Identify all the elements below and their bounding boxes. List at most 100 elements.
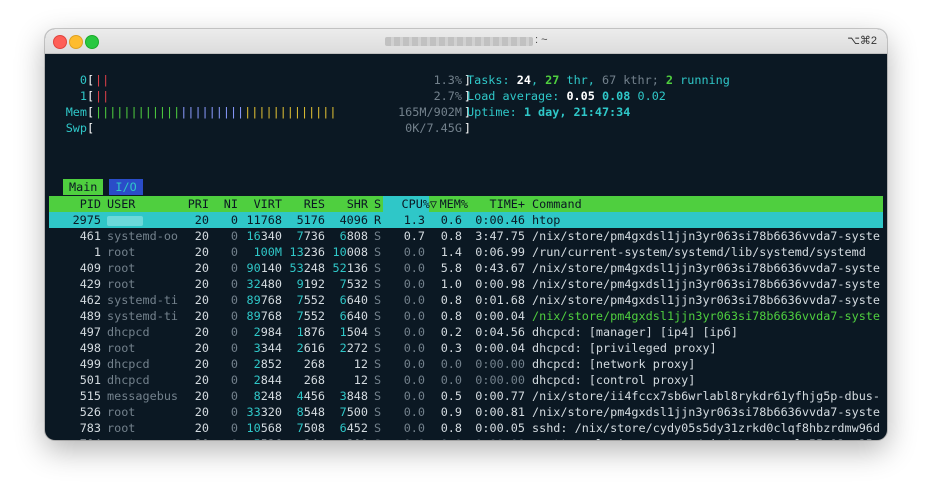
cell-cpu: 0.0 (403, 405, 425, 419)
process-row[interactable]: 783 root 20 0 10568 7508 6452 S 0.0 0.8 0:00.05 ssh… (49, 420, 883, 436)
meter-value: 1.3% (433, 73, 462, 87)
tab-io[interactable]: I/O (109, 179, 143, 195)
cell-mem: 0.0 (440, 373, 462, 387)
minimize-window-button[interactable] (69, 35, 83, 49)
process-row[interactable]: 497 dhcpcd 20 0 2984 1876 1504 S 0.0 0.2 0:04.56 dh… (49, 324, 883, 340)
cell-cmd: /nix/store/pm4gxdsl1jjn3yr063si78b6636vv… (532, 229, 881, 243)
process-row[interactable]: 515 messagebus 20 0 8248 4456 3848 S 0.0 0.5 0:00.… (49, 388, 883, 404)
cell-s: S (374, 293, 382, 307)
cell-shr: 6640 (339, 309, 368, 323)
cell-user: root (107, 341, 136, 355)
cell-cpu: 0.7 (403, 229, 425, 243)
cell-virt: 90140 (246, 261, 282, 275)
cell-ni: 0 (230, 245, 238, 259)
column-header-mem[interactable]: MEM% (440, 196, 468, 212)
meters-panel: 0[|| 1.3%] 1[|| 2.7%] Mem[||||||||||||||||||… (61, 72, 471, 136)
process-row[interactable]: 429 root 20 0 32480 9192 7532 S 0.0 1.0 0:00.98/ni… (49, 276, 883, 292)
cell-time: 0:00.98 (475, 277, 525, 291)
cell-s: S (374, 373, 382, 387)
title-bar[interactable]: : ~ ⌥⌘2 (45, 29, 887, 54)
column-header-user[interactable]: USER (107, 196, 135, 212)
cell-cmd: dhcpcd: [privileged proxy] (532, 341, 717, 355)
cell-mem: 0.3 (440, 341, 462, 355)
cell-res: 13236 (289, 245, 325, 259)
process-row[interactable]: 461 systemd-oo 20 0 16340 7736 6808 S 0.7 0.8 3:47… (49, 228, 883, 244)
cell-ni: 0 (230, 213, 238, 227)
column-header-cmd[interactable]: Command (532, 196, 582, 212)
cell-shr: 4096 (339, 213, 368, 227)
column-header-res[interactable]: RES (304, 196, 325, 212)
cell-shr: 6808 (339, 229, 368, 243)
meter-bar-segment: ||||||||| (180, 105, 245, 119)
cell-pid: 515 (79, 389, 101, 403)
cell-time: 0:00.00 (475, 373, 525, 387)
cell-virt: 5536 (254, 436, 282, 440)
cell-cpu: 0.0 (403, 373, 425, 387)
process-row[interactable]: 462 systemd-ti 20 0 89768 7552 6640 S 0.0 0.8 0:01… (49, 292, 883, 308)
cell-ni: 0 (230, 405, 238, 419)
cell-mem: 0.0 (440, 357, 462, 371)
cell-ni: 0 (230, 229, 238, 243)
cell-cpu: 0.0 (403, 389, 425, 403)
cell-res: 7508 (296, 421, 325, 435)
meter-bracket-open: [ (87, 105, 95, 119)
meter-bars: |||||||||||||||||||||||||||||||||| (95, 104, 337, 120)
meter-bracket-open: [ (87, 89, 95, 103)
cell-shr: 12 (353, 357, 368, 371)
tab-main[interactable]: Main (63, 179, 104, 195)
process-table-header[interactable]: PID USER PRI NI VIRT RES SHR S CPU%▽ MEM% TIME+ Com… (49, 196, 883, 212)
column-header-shr[interactable]: SHR (347, 196, 368, 212)
cell-pid: 2975 (72, 213, 101, 227)
cell-virt: 33320 (246, 405, 282, 419)
cell-user: dhcpcd (107, 357, 150, 371)
meter-mem: Mem[|||||||||||||||||||||||||||||||||| 16… (61, 104, 471, 120)
zoom-window-button[interactable] (85, 35, 99, 49)
cell-s: R (374, 213, 382, 227)
column-header-pid[interactable]: PID (80, 196, 101, 212)
cell-cmd: /nix/store/pm4gxdsl1jjn3yr063si78b6636vv… (532, 277, 881, 291)
cell-s: S (374, 245, 382, 259)
meter-value: 2.7% (433, 89, 462, 103)
cell-cpu: 0.0 (403, 421, 425, 435)
column-header-pri[interactable]: PRI (188, 196, 209, 212)
cell-mem: 0.9 (440, 405, 462, 419)
column-header-ni[interactable]: NI (224, 196, 238, 212)
cell-pid: 409 (79, 261, 101, 275)
cell-cpu: 0.0 (403, 245, 425, 259)
cell-virt: 2844 (253, 373, 282, 387)
column-header-s[interactable]: S (374, 196, 381, 212)
process-row[interactable]: 501 dhcpcd 20 0 2844 268 12 S 0.0 0.0 0:00.00 dhcpc… (49, 372, 883, 388)
process-row[interactable]: 499 dhcpcd 20 0 2852 268 12 S 0.0 0.0 0:00.00 dhcpc… (49, 356, 883, 372)
cell-pri: 20 (194, 373, 209, 387)
cell-s: S (374, 341, 382, 355)
meter-bars: || (95, 72, 109, 88)
cell-pid: 489 (79, 309, 101, 323)
cell-res: 268 (303, 373, 325, 387)
process-row[interactable]: 784root2005536244200S0.00.00:00.00agetty… (49, 436, 883, 440)
process-row[interactable]: 498 root 20 0 3344 2616 2272 S 0.0 0.3 0:00.04 dhcp… (49, 340, 883, 356)
column-header-time[interactable]: TIME+ (489, 196, 525, 212)
process-table[interactable]: 2975 20 0 11768 5176 4096 R 1.3 0.6 0:00.46 htop 46… (49, 212, 883, 440)
cell-time: 0:00.81 (475, 405, 525, 419)
process-row[interactable]: 409 root 20 0 90140 53248 52136 S 0.0 5.8 0:43.67 /… (49, 260, 883, 276)
cell-shr: 6640 (339, 293, 368, 307)
meter-label: 1 (79, 89, 87, 103)
meter-bars: || (95, 88, 109, 104)
htop-screen[interactable]: 0[|| 1.3%] 1[|| 2.7%] Mem[||||||||||||||||||… (49, 72, 887, 440)
cell-cmd: htop (532, 213, 561, 227)
cell-res: 9192 (296, 277, 325, 291)
cell-pri: 20 (194, 405, 209, 419)
process-row[interactable]: 2975 20 0 11768 5176 4096 R 1.3 0.6 0:00.46 htop (49, 212, 883, 228)
process-row[interactable]: 1 root 20 0 100M 13236 10008 S 0.0 1.4 0:06.99/run… (49, 244, 883, 260)
cell-ni: 0 (230, 261, 238, 275)
cell-virt: 8248 (253, 389, 282, 403)
process-row[interactable]: 489 systemd-ti 20 0 89768 7552 6640 S 0.0 0.8 0:00… (49, 308, 883, 324)
cell-user: systemd-ti (107, 293, 179, 307)
process-row[interactable]: 526 root 20 0 33320 8548 7500 S 0.0 0.9 0:00.81/ni… (49, 404, 883, 420)
column-header-cpu[interactable]: CPU%▽ (401, 196, 437, 212)
close-window-button[interactable] (53, 35, 67, 49)
column-header-virt[interactable]: VIRT (254, 196, 282, 212)
cell-cmd: /nix/store/ii4fccx7sb6wrlabl8rykdr61yfhj… (532, 389, 881, 403)
cell-pid: 501 (79, 373, 101, 387)
window-title-redacted (385, 37, 533, 46)
